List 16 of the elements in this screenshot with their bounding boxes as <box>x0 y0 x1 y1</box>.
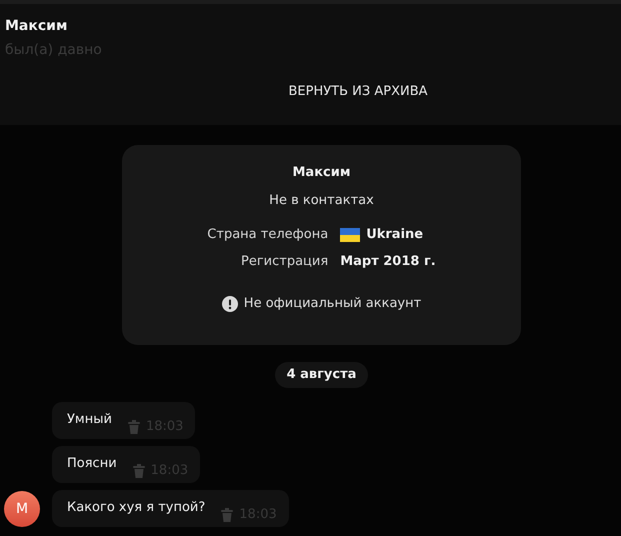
info-label: Регистрация <box>240 254 328 270</box>
contact-name: Максим <box>5 18 68 34</box>
message-text: Умный <box>67 412 112 429</box>
info-value: Март 2018 г. <box>340 254 436 270</box>
flag-icon <box>340 228 360 242</box>
info-label: Страна телефона <box>207 227 328 243</box>
message-text: Какого хуя я тупой? <box>67 500 206 517</box>
card-name: Максим <box>292 165 350 181</box>
unarchive-button[interactable]: ВЕРНУТЬ ИЗ АРХИВА <box>280 80 436 103</box>
warning-icon <box>222 296 238 312</box>
date-badge: 4 августа <box>274 362 368 388</box>
notice-text: Не официальный аккаунт <box>244 296 422 312</box>
message-text: Поясни <box>67 456 117 473</box>
info-value: Ukraine <box>366 227 424 243</box>
card-subtitle: Не в контактах <box>269 193 374 209</box>
avatar: М <box>4 491 40 527</box>
